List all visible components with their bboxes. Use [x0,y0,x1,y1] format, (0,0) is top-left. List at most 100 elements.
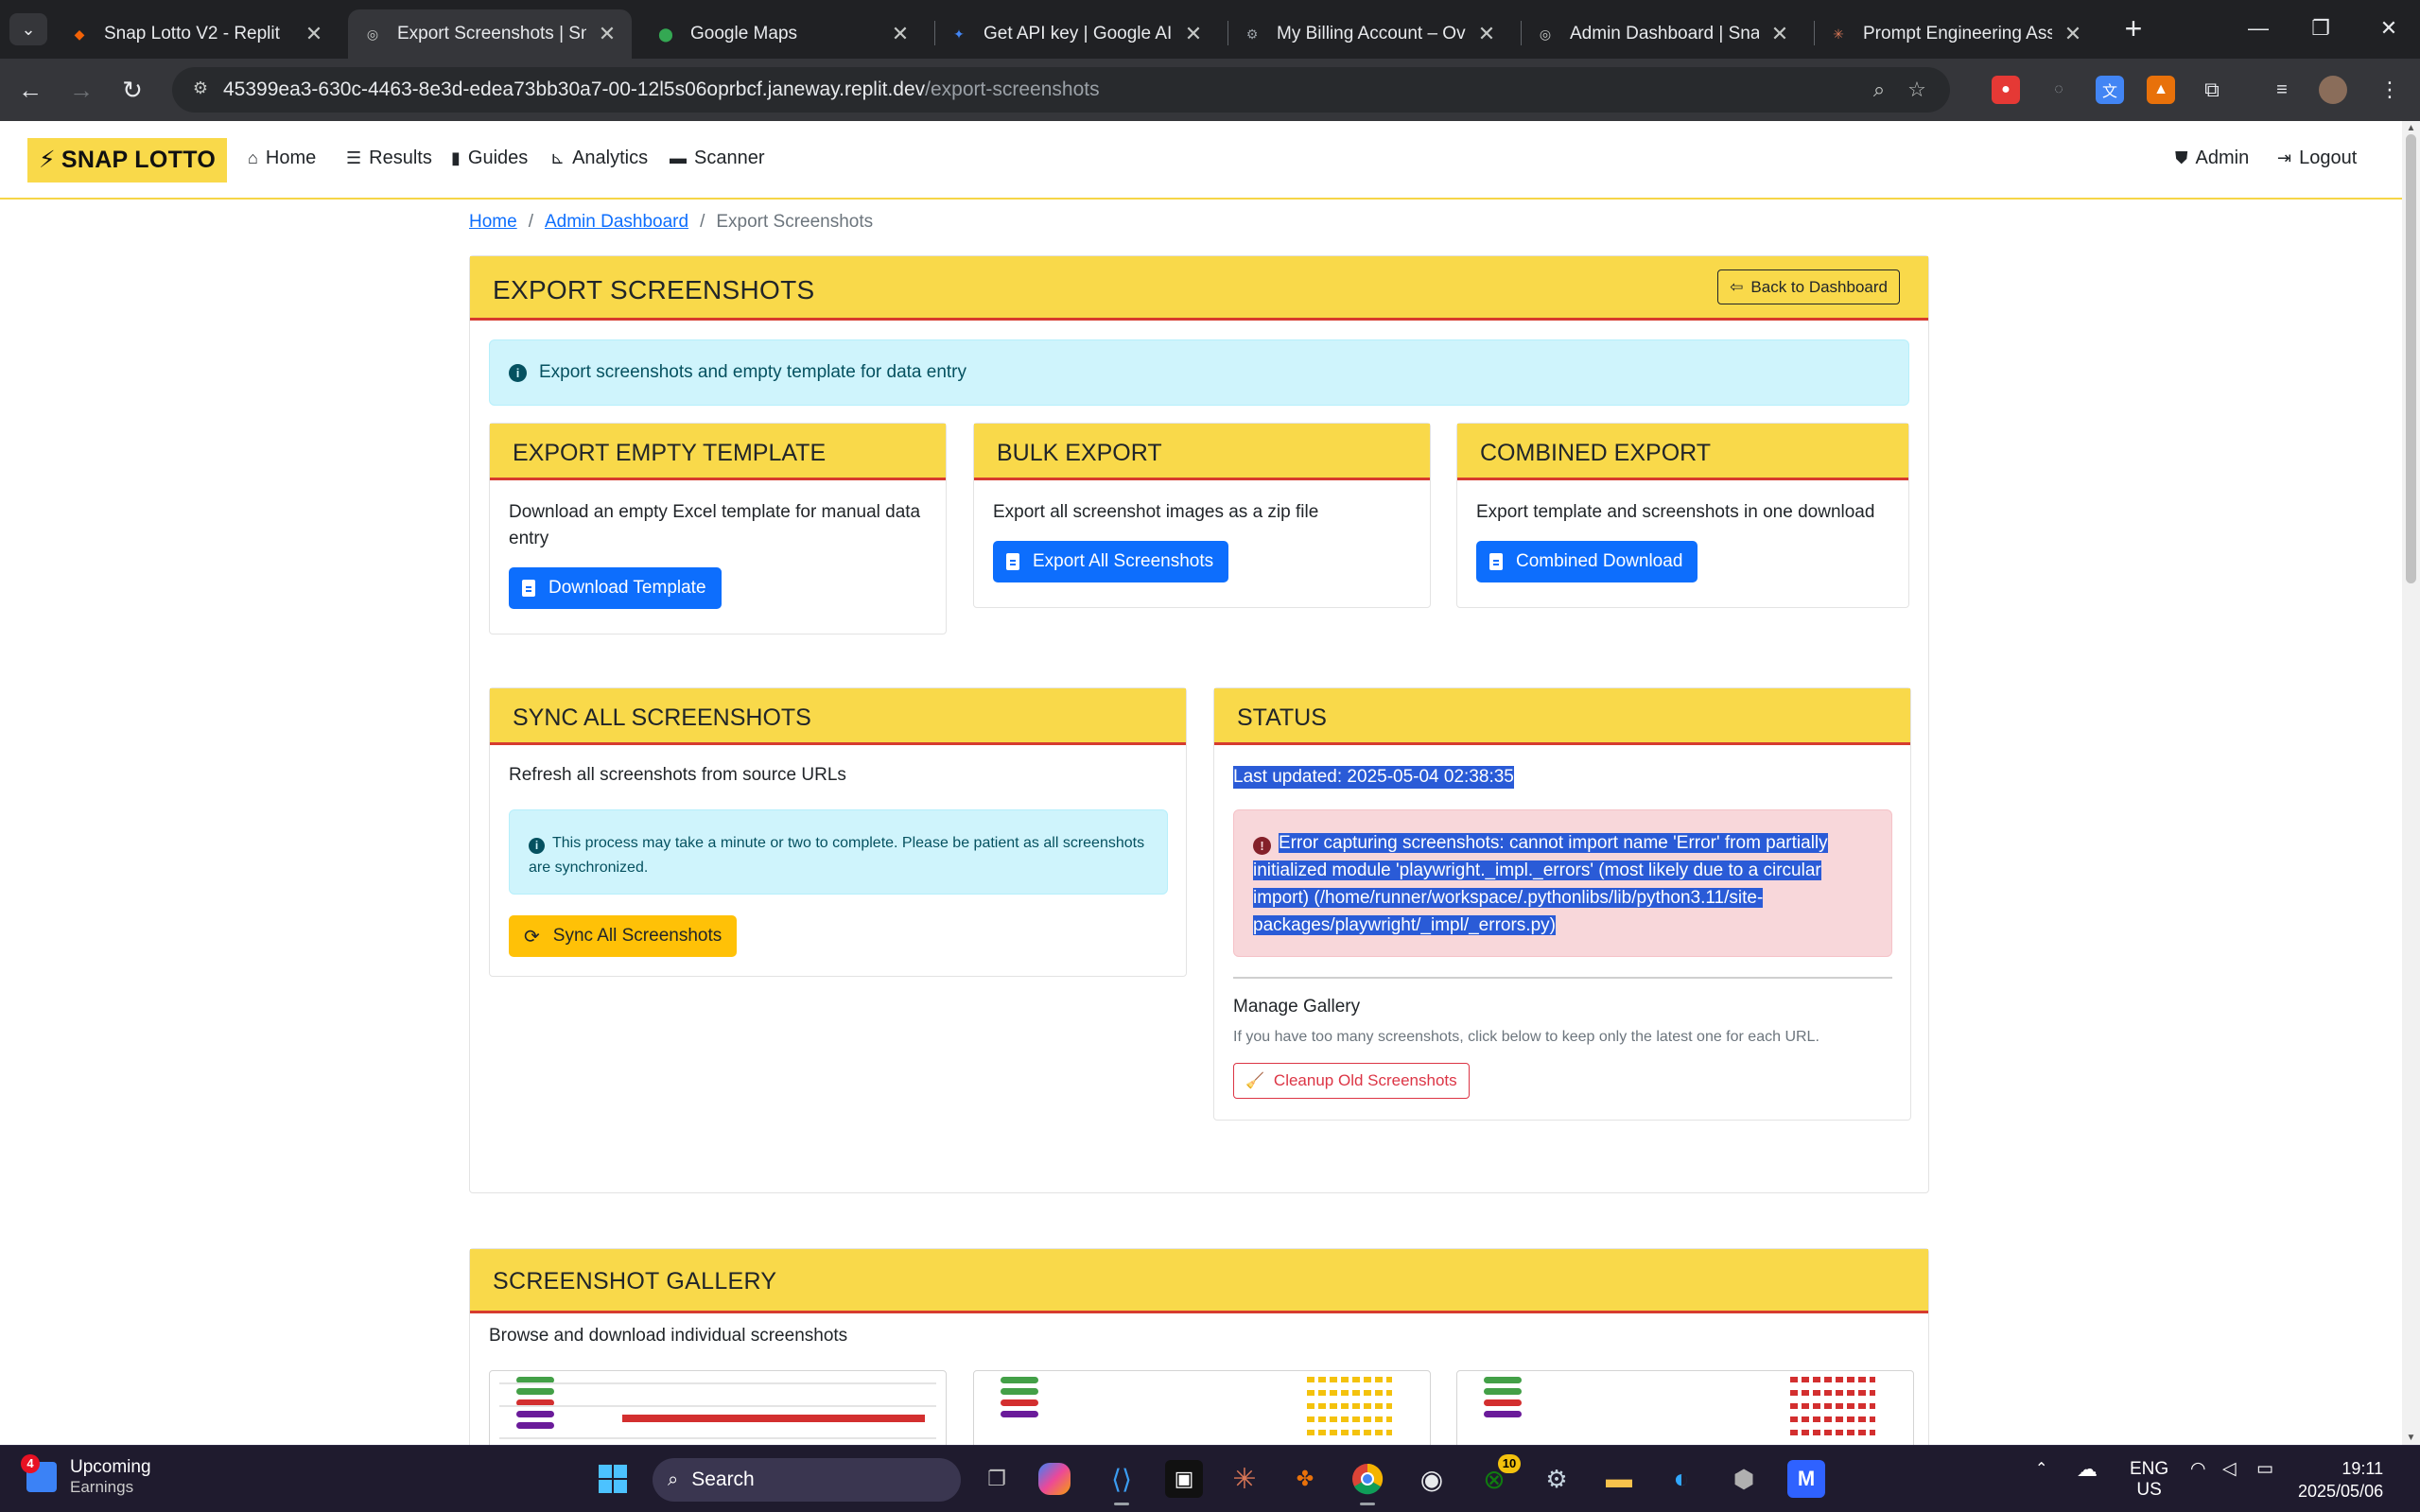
site-settings-icon[interactable]: ⚙ [189,78,212,101]
browser-tab-prompt-engineering[interactable]: ✳ Prompt Engineering Assis ✕ [1814,9,2098,59]
windows-taskbar: 4 Upcoming Earnings ⌕ Search ❐ ⟨⟩ ▣ ✳ ✤ ◉… [0,1445,2420,1512]
nav-link-label: Analytics [572,148,649,168]
close-icon[interactable]: ✕ [596,22,618,46]
nav-link-analytics[interactable]: ⊾ Analytics [550,148,648,169]
browser-tab-replit[interactable]: ◆ Snap Lotto V2 - Replit ✕ [55,9,339,59]
xbox-icon[interactable]: ⊗ 10 [1475,1454,1521,1498]
manage-gallery-text: If you have too many screenshots, click … [1233,1029,1819,1045]
restore-icon[interactable]: ❐ [2292,11,2349,45]
close-icon[interactable]: ✕ [889,22,912,46]
nav-link-home[interactable]: ⌂ Home [248,148,316,169]
sync-all-screenshots-button[interactable]: ⟳ Sync All Screenshots [509,915,738,957]
claude-app-icon[interactable]: ✳ [1226,1460,1263,1498]
combined-download-button[interactable]: Combined Download [1476,541,1698,582]
back-arrow-icon[interactable]: ← [13,74,47,108]
running-indicator [1114,1503,1129,1505]
tray-chevron-up-icon[interactable]: ⌃ [2035,1459,2047,1480]
cleanup-old-screenshots-button[interactable]: 🧹 Cleanup Old Screenshots [1233,1063,1470,1099]
breadcrumb-home-link[interactable]: Home [469,212,517,232]
page-scrollbar[interactable]: ▲ ▼ [2402,121,2420,1445]
profile-avatar[interactable] [2319,76,2347,104]
metamask-fox-icon[interactable]: ▲ [2147,76,2175,104]
taskbar-clock[interactable]: 19:11 2025/05/06 [2298,1457,2383,1503]
browser-tab-admin-dashboard[interactable]: ◎ Admin Dashboard | Snap ✕ [1521,9,1804,59]
tab-search-chevron-icon[interactable]: ⌄ [9,13,47,45]
browser-menu-kebab-icon[interactable]: ⋮ [2376,76,2404,104]
download-template-button[interactable]: Download Template [509,567,722,609]
file-explorer-icon[interactable]: ▬ [1600,1460,1638,1498]
extensions-puzzle-icon[interactable]: ⧉ [2198,76,2226,104]
forward-arrow-icon[interactable]: → [64,74,98,108]
zoom-icon[interactable]: ⌕ [1865,77,1893,105]
browser-tab-billing[interactable]: ⚙ My Billing Account – Over ✕ [1227,9,1511,59]
book-icon: ▮ [451,148,461,167]
translate-extension-icon[interactable]: 文 [2096,76,2124,104]
close-icon[interactable]: ✕ [1768,22,1791,46]
task-view-icon[interactable]: ❐ [978,1460,1016,1498]
terminal-app-icon[interactable]: ▣ [1165,1460,1203,1498]
app-dots-icon[interactable]: ✤ [1286,1460,1324,1498]
windows-start-icon[interactable] [594,1460,632,1498]
nav-link-scanner[interactable]: ▬ Scanner [670,148,765,169]
app-hex-icon[interactable]: ⬢ [1725,1460,1763,1498]
nav-link-logout[interactable]: ⇥ Logout [2277,148,2357,169]
nav-link-admin[interactable]: ⛊ Admin [2175,148,2249,169]
thumb-pill [1001,1399,1038,1406]
chrome-icon[interactable] [1349,1460,1386,1505]
new-tab-plus-icon[interactable]: + [2115,13,2152,45]
onedrive-cloud-icon[interactable]: ☁ [2077,1459,2098,1480]
combined-export-card: COMBINED EXPORT Export template and scre… [1456,423,1909,608]
billing-gear-icon: ⚙ [1245,26,1259,42]
close-icon[interactable]: ✕ [1475,22,1498,46]
extension-circle-icon[interactable]: ◌ [2045,76,2073,104]
scroll-down-arrow-icon[interactable]: ▼ [2406,1433,2416,1443]
close-icon[interactable]: ✕ [303,22,325,46]
steam-icon[interactable]: ⚙ [1538,1460,1576,1498]
language-indicator[interactable]: ENG US [2130,1459,2168,1501]
export-all-screenshots-button[interactable]: Export All Screenshots [993,541,1229,582]
reload-icon[interactable]: ↻ [115,74,149,108]
vscode-icon[interactable]: ⟨⟩ [1103,1460,1140,1505]
app-m-icon[interactable]: M [1787,1460,1825,1498]
card-header: SYNC ALL SCREENSHOTS [490,688,1186,745]
breadcrumb-admin-link[interactable]: Admin Dashboard [545,212,688,232]
extension-shield-icon[interactable]: ● [1992,76,2020,104]
thumb-row [499,1437,936,1439]
export-screenshots-card: EXPORT SCREENSHOTS ⇦ Back to Dashboard i … [469,255,1929,1193]
minimize-icon[interactable]: — [2230,11,2287,45]
volume-icon[interactable]: ◁ [2222,1459,2237,1480]
back-to-dashboard-button[interactable]: ⇦ Back to Dashboard [1717,269,1900,304]
window-close-icon[interactable]: ✕ [2360,11,2417,45]
close-icon[interactable]: ✕ [1182,22,1205,46]
broom-icon: 🧹 [1245,1073,1264,1089]
browser-tab-ai-studio[interactable]: ✦ Get API key | Google AI St ✕ [934,9,1218,59]
close-icon[interactable]: ✕ [2062,22,2084,46]
bookmark-star-icon[interactable]: ☆ [1903,77,1931,105]
thumb-balls [1790,1403,1875,1409]
obs-icon[interactable]: ◉ [1413,1460,1451,1498]
thumb-pill [1001,1377,1038,1383]
address-bar[interactable]: ⚙ 45399ea3-630c-4463-8e3d-edea73bb30a7-0… [172,67,1950,113]
media-controls-icon[interactable]: ≡ [2268,76,2296,104]
edge-icon[interactable]: ◐ [1663,1460,1700,1498]
chrome-logo-svg [1352,1463,1384,1495]
taskbar-search[interactable]: ⌕ Search [653,1458,961,1502]
browser-tab-export-screenshots[interactable]: ◎ Export Screenshots | Snap ✕ [348,9,632,59]
nav-link-guides[interactable]: ▮ Guides [451,148,528,169]
card-text: Download an empty Excel template for man… [509,502,921,548]
nav-link-results[interactable]: ☰ Results [346,148,432,169]
scroll-up-arrow-icon[interactable]: ▲ [2406,123,2416,133]
browser-tab-google-maps[interactable]: ⬤ Google Maps ✕ [641,9,925,59]
brand-logo[interactable]: ⚡ SNAP LOTTO [27,138,228,182]
card-text: Refresh all screenshots from source URLs [509,765,846,785]
wifi-icon[interactable]: ◠ [2190,1459,2206,1480]
widgets-button[interactable]: 4 Upcoming Earnings [21,1454,151,1497]
url-text[interactable]: 45399ea3-630c-4463-8e3d-edea73bb30a7-00-… [223,78,1100,101]
battery-icon[interactable]: ▭ [2256,1459,2273,1480]
thumb-bar [622,1415,925,1422]
card-title: SYNC ALL SCREENSHOTS [513,704,811,731]
thumb-balls [1307,1430,1392,1435]
thumb-row [499,1382,936,1384]
copilot-icon[interactable] [1038,1463,1071,1495]
scrollbar-thumb[interactable] [2406,134,2416,583]
